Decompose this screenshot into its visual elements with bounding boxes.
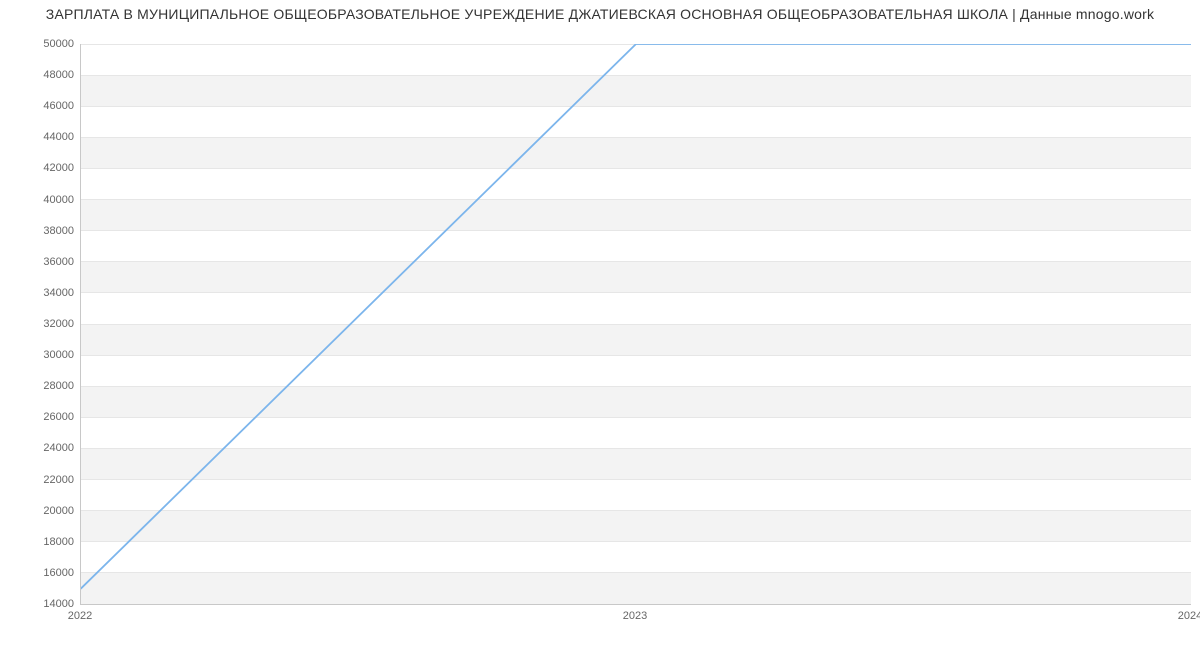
- y-tick-label: 24000: [14, 442, 74, 454]
- y-tick-label: 14000: [14, 598, 74, 610]
- y-tick-label: 30000: [14, 349, 74, 361]
- x-tick-label: 2023: [623, 610, 647, 622]
- y-tick-label: 32000: [14, 318, 74, 330]
- y-tick-label: 38000: [14, 225, 74, 237]
- line-series: [81, 44, 1191, 604]
- y-tick-label: 40000: [14, 194, 74, 206]
- y-tick-label: 18000: [14, 536, 74, 548]
- y-tick-label: 50000: [14, 38, 74, 50]
- y-tick-label: 48000: [14, 69, 74, 81]
- x-tick-label: 2022: [68, 610, 92, 622]
- y-tick-label: 26000: [14, 411, 74, 423]
- chart-title: ЗАРПЛАТА В МУНИЦИПАЛЬНОЕ ОБЩЕОБРАЗОВАТЕЛ…: [0, 6, 1200, 22]
- y-tick-label: 28000: [14, 380, 74, 392]
- y-tick-label: 46000: [14, 100, 74, 112]
- y-tick-label: 42000: [14, 162, 74, 174]
- y-tick-label: 44000: [14, 131, 74, 143]
- y-tick-label: 34000: [14, 287, 74, 299]
- y-tick-label: 20000: [14, 505, 74, 517]
- line-chart: ЗАРПЛАТА В МУНИЦИПАЛЬНОЕ ОБЩЕОБРАЗОВАТЕЛ…: [0, 0, 1200, 650]
- y-tick-label: 22000: [14, 474, 74, 486]
- y-tick-label: 36000: [14, 256, 74, 268]
- x-tick-label: 2024: [1178, 610, 1200, 622]
- plot-area: [80, 44, 1191, 605]
- y-tick-label: 16000: [14, 567, 74, 579]
